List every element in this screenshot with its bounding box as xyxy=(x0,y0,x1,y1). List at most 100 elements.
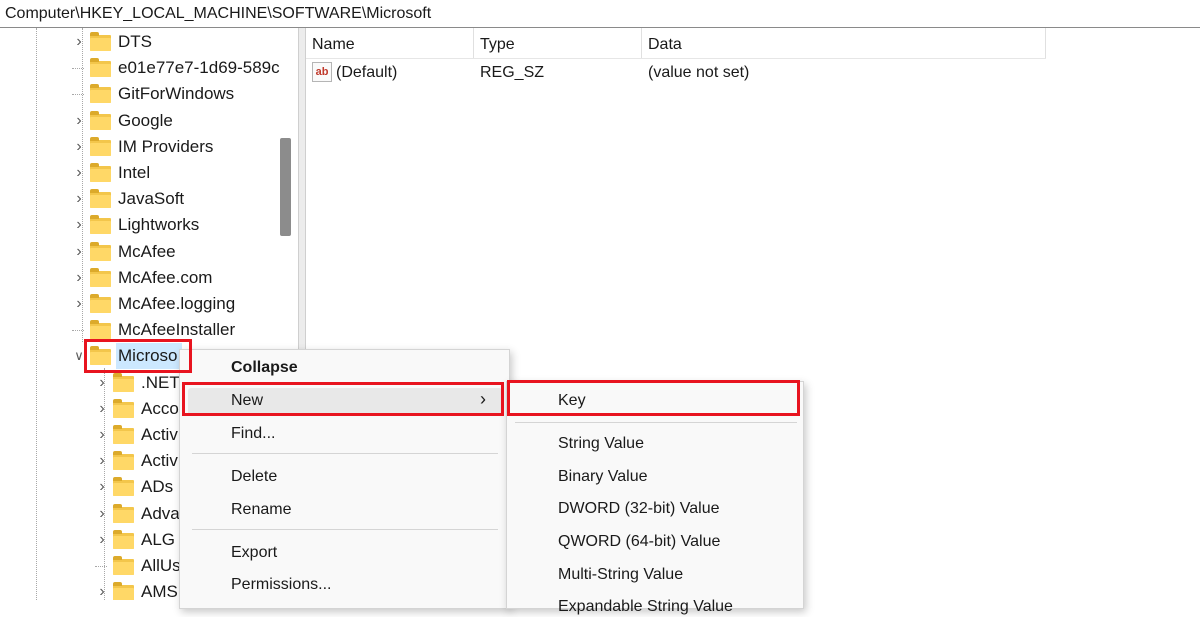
chevron-right-icon[interactable]: › xyxy=(72,212,86,238)
chevron-right-icon[interactable]: › xyxy=(95,396,109,422)
tree-item-label: DTS xyxy=(118,32,152,51)
tree-item-label: Adva xyxy=(141,504,180,523)
chevron-right-icon[interactable]: › xyxy=(95,501,109,527)
column-data[interactable]: Data xyxy=(642,28,1046,58)
chevron-right-icon[interactable]: › xyxy=(72,108,86,134)
tree-item[interactable]: › Intel xyxy=(72,160,280,186)
folder-icon xyxy=(113,451,134,470)
tree-item[interactable]: e01e77e7-1d69-589c xyxy=(72,55,280,81)
submenu-item-binary-value[interactable]: Binary Value xyxy=(558,467,648,487)
highlight-box-microsoft xyxy=(84,339,192,373)
string-value-icon: ab xyxy=(312,62,332,82)
chevron-right-icon[interactable]: › xyxy=(72,160,86,186)
submenu-item-qword-value[interactable]: QWORD (64-bit) Value xyxy=(558,532,720,552)
column-type[interactable]: Type xyxy=(474,28,642,58)
chevron-right-icon[interactable]: › xyxy=(95,448,109,474)
tree-item[interactable]: › McAfee.com xyxy=(72,265,280,291)
chevron-right-icon[interactable]: › xyxy=(95,527,109,553)
menu-item-delete[interactable]: Delete xyxy=(231,467,277,487)
folder-icon xyxy=(90,137,111,156)
chevron-right-icon[interactable]: › xyxy=(95,474,109,500)
tree-item-label: Activ xyxy=(141,451,178,470)
folder-icon xyxy=(113,530,134,549)
chevron-right-icon[interactable]: › xyxy=(72,291,86,317)
tree-connector xyxy=(95,566,107,567)
tree-item-label: JavaSoft xyxy=(118,189,185,208)
menu-item-find[interactable]: Find... xyxy=(231,424,275,444)
tree-item-label: McAfee xyxy=(118,242,176,261)
value-name: (Default) xyxy=(336,64,398,81)
chevron-right-icon[interactable]: › xyxy=(72,29,86,55)
folder-icon xyxy=(90,294,111,313)
folder-icon xyxy=(90,111,111,130)
menu-item-collapse[interactable]: Collapse xyxy=(231,358,298,378)
folder-icon xyxy=(113,477,134,496)
tree-item-label: AMS xyxy=(141,582,178,600)
folder-icon xyxy=(113,556,134,575)
menu-separator xyxy=(515,422,797,423)
folder-icon xyxy=(113,425,134,444)
value-data: (value not set) xyxy=(648,64,750,81)
tree-item-label: GitForWindows xyxy=(118,84,235,103)
menu-separator xyxy=(192,529,498,530)
folder-icon xyxy=(90,32,111,51)
tree-scrollbar[interactable] xyxy=(280,138,291,236)
tree-item-label: Acco xyxy=(141,399,179,418)
tree-item[interactable]: › McAfee xyxy=(72,239,280,265)
chevron-right-icon[interactable]: › xyxy=(72,265,86,291)
submenu-item-expandable-string-value[interactable]: Expandable String Value xyxy=(558,597,733,617)
menu-item-permissions[interactable]: Permissions... xyxy=(231,575,331,595)
tree-connector xyxy=(72,330,84,331)
chevron-right-icon[interactable]: › xyxy=(72,134,86,160)
folder-icon xyxy=(113,504,134,523)
tree-item-label: McAfee.com xyxy=(118,268,213,287)
tree-item[interactable]: › IM Providers xyxy=(72,134,280,160)
tree-item-label: Activ xyxy=(141,425,178,444)
tree-item[interactable]: › Google xyxy=(72,108,280,134)
tree-item-label: IM Providers xyxy=(118,137,214,156)
tree-item[interactable]: GitForWindows xyxy=(72,81,280,107)
column-name[interactable]: Name xyxy=(306,28,474,58)
folder-icon xyxy=(90,320,111,339)
folder-icon xyxy=(90,215,111,234)
folder-icon xyxy=(90,58,111,77)
tree-connector xyxy=(72,68,84,69)
tree-item-label: ADs xyxy=(141,477,174,496)
chevron-right-icon[interactable]: › xyxy=(95,579,109,600)
tree-guide-line xyxy=(36,28,37,600)
tree-item-label: Lightworks xyxy=(118,215,200,234)
list-header: Name Type Data xyxy=(306,28,1046,59)
folder-icon xyxy=(113,582,134,600)
tree-item[interactable]: › McAfee.logging xyxy=(72,291,280,317)
submenu-item-dword-value[interactable]: DWORD (32-bit) Value xyxy=(558,499,720,519)
folder-icon xyxy=(113,373,134,392)
chevron-right-icon[interactable]: › xyxy=(72,239,86,265)
folder-icon xyxy=(90,84,111,103)
folder-icon xyxy=(113,399,134,418)
submenu-item-multi-string-value[interactable]: Multi-String Value xyxy=(558,565,683,585)
highlight-box-new xyxy=(182,382,504,416)
folder-icon xyxy=(90,163,111,182)
folder-icon xyxy=(90,242,111,261)
tree-connector xyxy=(72,94,84,95)
tree-item-label: e01e77e7-1d69-589c xyxy=(118,58,280,77)
tree-item-label: ALG xyxy=(141,530,176,549)
menu-separator xyxy=(192,453,498,454)
address-path: Computer\HKEY_LOCAL_MACHINE\SOFTWARE\Mic… xyxy=(5,5,432,22)
folder-icon xyxy=(90,189,111,208)
tree-item-label: Intel xyxy=(118,163,151,182)
tree-item[interactable]: › DTS xyxy=(72,29,280,55)
menu-item-rename[interactable]: Rename xyxy=(231,500,291,520)
tree-item-label: AllUs xyxy=(141,556,181,575)
folder-icon xyxy=(90,268,111,287)
chevron-right-icon[interactable]: › xyxy=(72,186,86,212)
address-bar[interactable]: Computer\HKEY_LOCAL_MACHINE\SOFTWARE\Mic… xyxy=(0,0,1200,28)
chevron-right-icon[interactable]: › xyxy=(95,370,109,396)
value-type: REG_SZ xyxy=(480,64,545,81)
menu-item-export[interactable]: Export xyxy=(231,543,277,563)
tree-item[interactable]: › Lightworks xyxy=(72,212,280,238)
tree-item[interactable]: › JavaSoft xyxy=(72,186,280,212)
submenu-item-string-value[interactable]: String Value xyxy=(558,434,644,454)
chevron-right-icon[interactable]: › xyxy=(95,422,109,448)
value-row-default[interactable]: ab (Default) REG_SZ (value not set) xyxy=(306,60,1046,86)
